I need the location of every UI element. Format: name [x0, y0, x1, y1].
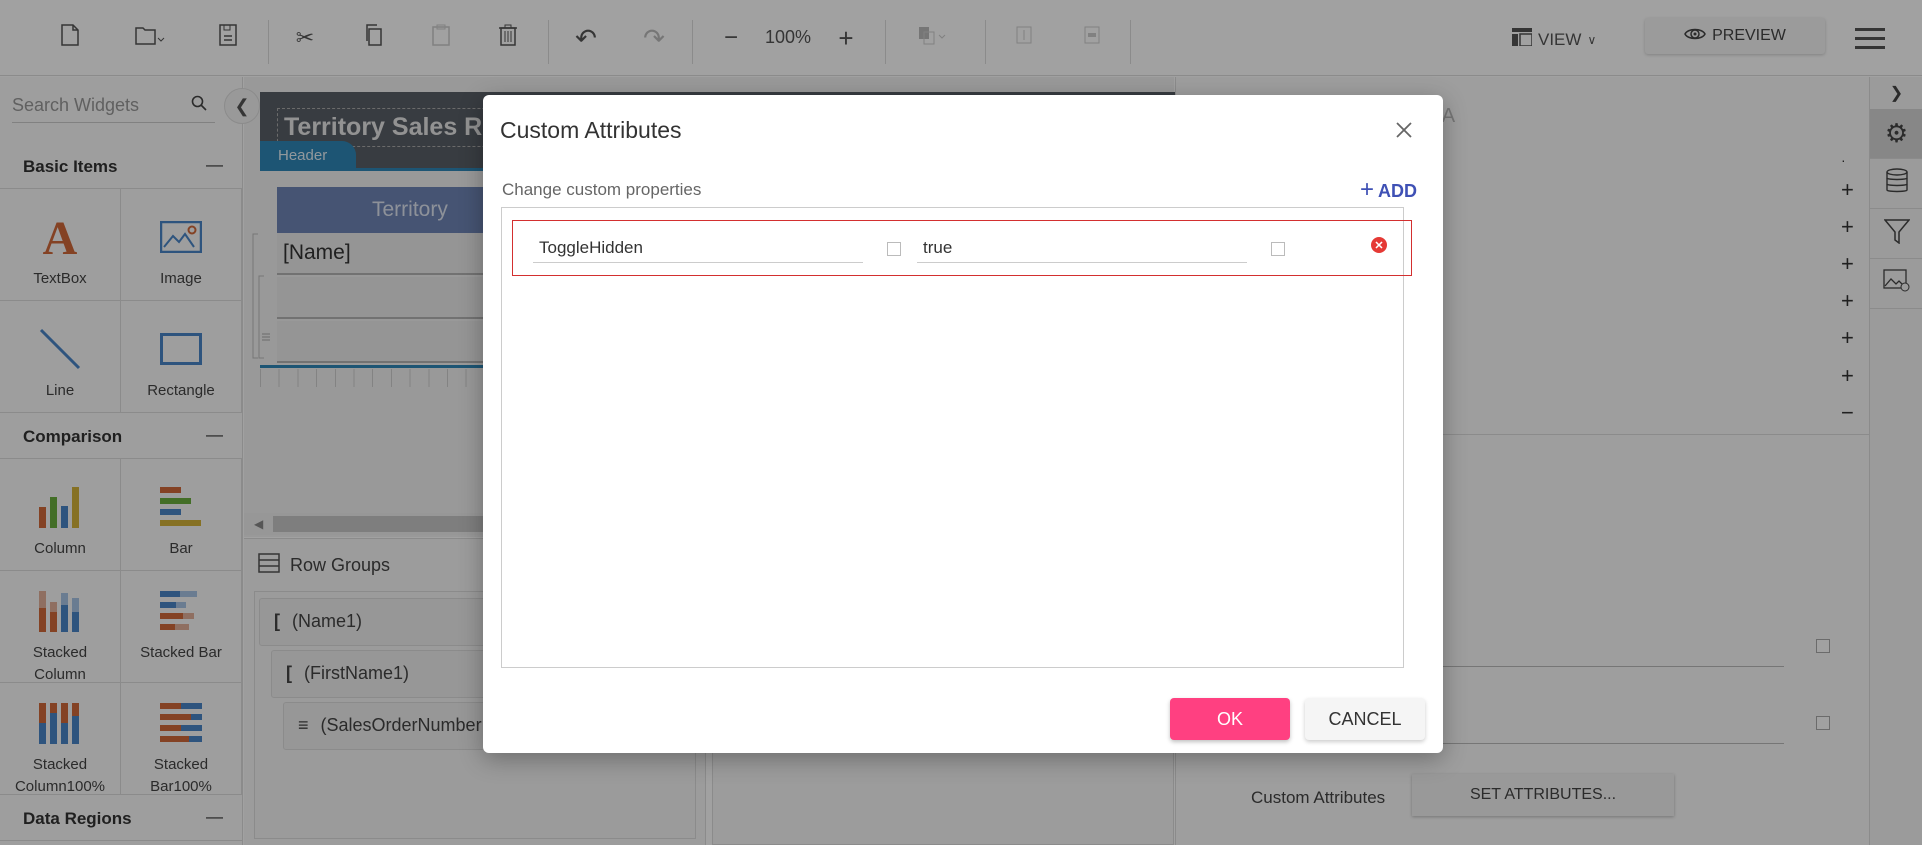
close-icon — [1395, 115, 1413, 145]
attribute-value-input[interactable] — [917, 233, 1247, 263]
remove-attribute-button[interactable]: ✕ — [1371, 237, 1387, 253]
value-expression-checkbox[interactable] — [1271, 242, 1285, 256]
add-attribute-button[interactable]: + ADD — [1359, 176, 1417, 204]
add-label: ADD — [1378, 181, 1417, 201]
cancel-button[interactable]: CANCEL — [1305, 698, 1425, 740]
close-circle-icon: ✕ — [1374, 239, 1384, 252]
dialog-subtitle: Change custom properties — [502, 180, 702, 199]
attribute-row: ✕ — [512, 220, 1412, 276]
name-expression-checkbox[interactable] — [887, 242, 901, 256]
close-button[interactable] — [1395, 117, 1413, 143]
ok-button[interactable]: OK — [1170, 698, 1290, 740]
plus-icon: + — [1359, 176, 1374, 203]
custom-attributes-dialog: Custom Attributes Change custom properti… — [483, 95, 1443, 753]
attribute-name-input[interactable] — [533, 233, 863, 263]
attributes-list: ✕ — [501, 207, 1412, 668]
dialog-title: Custom Attributes — [500, 117, 682, 143]
